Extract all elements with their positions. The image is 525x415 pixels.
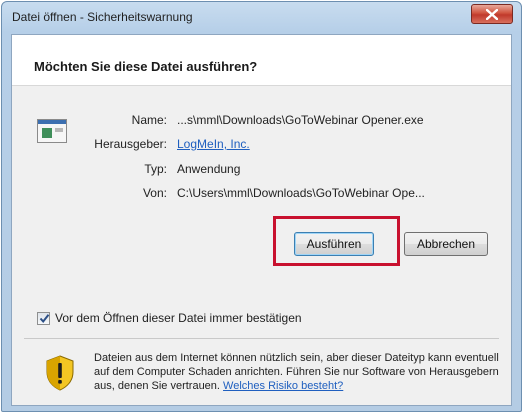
from-value: C:\Users\mml\Downloads\GoToWebinar Ope..… [177,186,425,200]
close-button[interactable] [471,4,513,24]
publisher-link[interactable]: LogMeIn, Inc. [177,137,250,151]
type-label: Typ: [144,162,167,176]
risk-link[interactable]: Welches Risiko besteht? [223,380,343,392]
separator [24,338,499,339]
from-label: Von: [142,186,167,200]
name-label: Name: [131,113,167,127]
always-confirm-checkbox[interactable] [37,312,50,325]
dialog-content: Möchten Sie diese Datei ausführen? Name:… [11,34,512,406]
application-icon [37,119,67,143]
type-value: Anwendung [177,162,241,176]
dialog-question: Möchten Sie diese Datei ausführen? [34,59,258,74]
cancel-button[interactable]: Abbrechen [404,232,488,256]
checkmark-icon [39,314,50,324]
security-warning-dialog: Datei öffnen - Sicherheitswarnung Möchte… [1,1,522,412]
warning-shield-icon [46,355,74,391]
warning-message: Dateien aus dem Internet können nützlich… [94,351,514,393]
close-icon [486,9,498,20]
window-title: Datei öffnen - Sicherheitswarnung [12,10,193,24]
highlight-box [273,216,400,266]
name-value: ...s\mml\Downloads\GoToWebinar Opener.ex… [177,113,424,127]
title-bar[interactable]: Datei öffnen - Sicherheitswarnung [2,2,521,34]
dialog-header: Möchten Sie diese Datei ausführen? [12,35,511,86]
always-confirm-label[interactable]: Vor dem Öffnen dieser Datei immer bestät… [55,311,302,325]
publisher-label: Herausgeber: [94,137,167,151]
